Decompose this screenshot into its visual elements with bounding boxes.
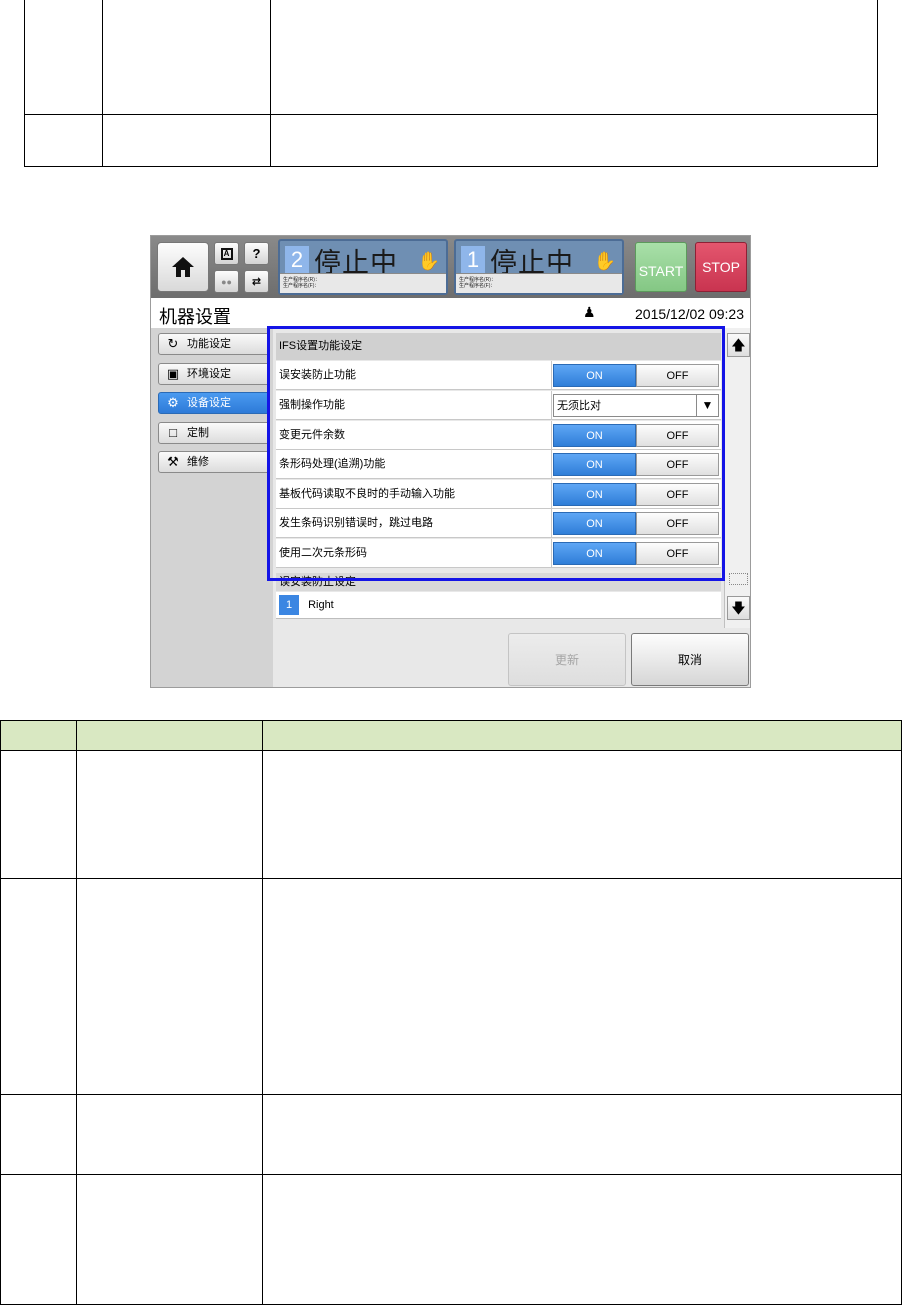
sidebar-item-label: 定制 xyxy=(187,427,209,439)
sidebar-item-equipment[interactable]: ⚙ 设备设定 xyxy=(158,392,270,414)
program-name-f: 生产程序名(F)： xyxy=(283,283,320,289)
update-button[interactable]: 更新 xyxy=(508,633,626,686)
sidebar-item-label: 维修 xyxy=(187,456,209,468)
sidebar-item-label: 功能设定 xyxy=(187,338,231,350)
doc-table-bottom xyxy=(0,720,902,1305)
operators-icon: ●● xyxy=(221,276,232,287)
network-button[interactable]: ⇄ xyxy=(244,270,269,293)
network-icon: ⇄ xyxy=(251,276,262,288)
lane-2-status[interactable]: 2 停止中 ✋ 生产程序名(R)： 生产程序名(F)： xyxy=(278,239,448,295)
table-divider xyxy=(76,721,77,1304)
home-button[interactable] xyxy=(157,242,209,292)
user-icon: ♟ xyxy=(583,304,596,320)
item-number: 1 xyxy=(279,595,299,616)
table-header-row xyxy=(1,721,901,751)
lane-program-info: 生产程序名(R)： 生产程序名(F)： xyxy=(456,273,622,293)
home-icon xyxy=(172,257,194,277)
scroll-grip[interactable] xyxy=(729,573,748,585)
feeder-icon: ✋ xyxy=(417,251,440,271)
program-name-f: 生产程序名(F)： xyxy=(459,283,496,289)
sidebar-item-maintenance[interactable]: ⚒ 维修 xyxy=(158,451,270,473)
language-icon: A xyxy=(220,247,233,260)
start-button[interactable]: START xyxy=(635,242,687,292)
custom-icon: □ xyxy=(169,425,177,440)
operator-button[interactable]: ●● xyxy=(214,270,239,293)
stop-button[interactable]: STOP xyxy=(695,242,747,292)
maintenance-icon: ⚒ xyxy=(167,454,179,469)
lane-number: 2 xyxy=(285,246,309,274)
lane-program-info: 生产程序名(R)： 生产程序名(F)： xyxy=(280,273,446,293)
lane-1-status[interactable]: 1 停止中 ✋ 生产程序名(R)： 生产程序名(F)： xyxy=(454,239,624,295)
equipment-icon: ⚙ xyxy=(167,395,179,410)
scrollbar[interactable]: 🡅 🡇 xyxy=(724,328,750,628)
sidebar: ↻ 功能设定 ▣ 环境设定 ⚙ 设备设定 □ 定制 ⚒ 维修 ⌃ ▲ i xyxy=(151,328,273,687)
cancel-button[interactable]: 取消 xyxy=(631,633,749,686)
help-label: ? xyxy=(252,246,261,261)
highlight-frame xyxy=(267,326,725,581)
arrow-down-icon: 🡇 xyxy=(731,600,746,616)
sidebar-item-environment[interactable]: ▣ 环境设定 xyxy=(158,363,270,385)
title-bar: 机器设置 ♟ 2015/12/02 09:23 xyxy=(151,298,750,328)
doc-table-top xyxy=(24,0,878,167)
table-divider xyxy=(1,1174,901,1175)
help-button[interactable]: ? xyxy=(244,242,269,265)
table-divider xyxy=(262,721,263,1304)
sidebar-item-label: 环境设定 xyxy=(187,368,231,380)
language-button[interactable]: A xyxy=(214,242,239,265)
scroll-up-button[interactable]: 🡅 xyxy=(727,333,750,357)
list-item[interactable]: 1 Right xyxy=(276,592,721,619)
datetime: 2015/12/02 09:23 xyxy=(635,306,744,322)
sidebar-item-custom[interactable]: □ 定制 xyxy=(158,422,270,444)
feeder-icon: ✋ xyxy=(593,251,616,271)
scroll-down-button[interactable]: 🡇 xyxy=(727,596,750,620)
table-divider xyxy=(102,0,103,166)
lane-number: 1 xyxy=(461,246,485,274)
table-divider xyxy=(25,114,877,115)
table-divider xyxy=(1,878,901,879)
page-title: 机器设置 xyxy=(159,307,231,328)
table-divider xyxy=(1,1094,901,1095)
sidebar-item-label: 设备设定 xyxy=(187,397,231,409)
monitor-icon: ▣ xyxy=(166,366,180,381)
header-bar: A ? ●● ⇄ 2 停止中 ✋ 生产程序名(R)： 生产程序名(F)： 1 停… xyxy=(151,236,750,298)
sidebar-item-function[interactable]: ↻ 功能设定 xyxy=(158,333,270,355)
item-label: Right xyxy=(308,599,334,611)
arrow-up-icon: 🡅 xyxy=(731,337,746,353)
table-divider xyxy=(270,0,271,166)
function-icon: ↻ xyxy=(167,336,179,351)
